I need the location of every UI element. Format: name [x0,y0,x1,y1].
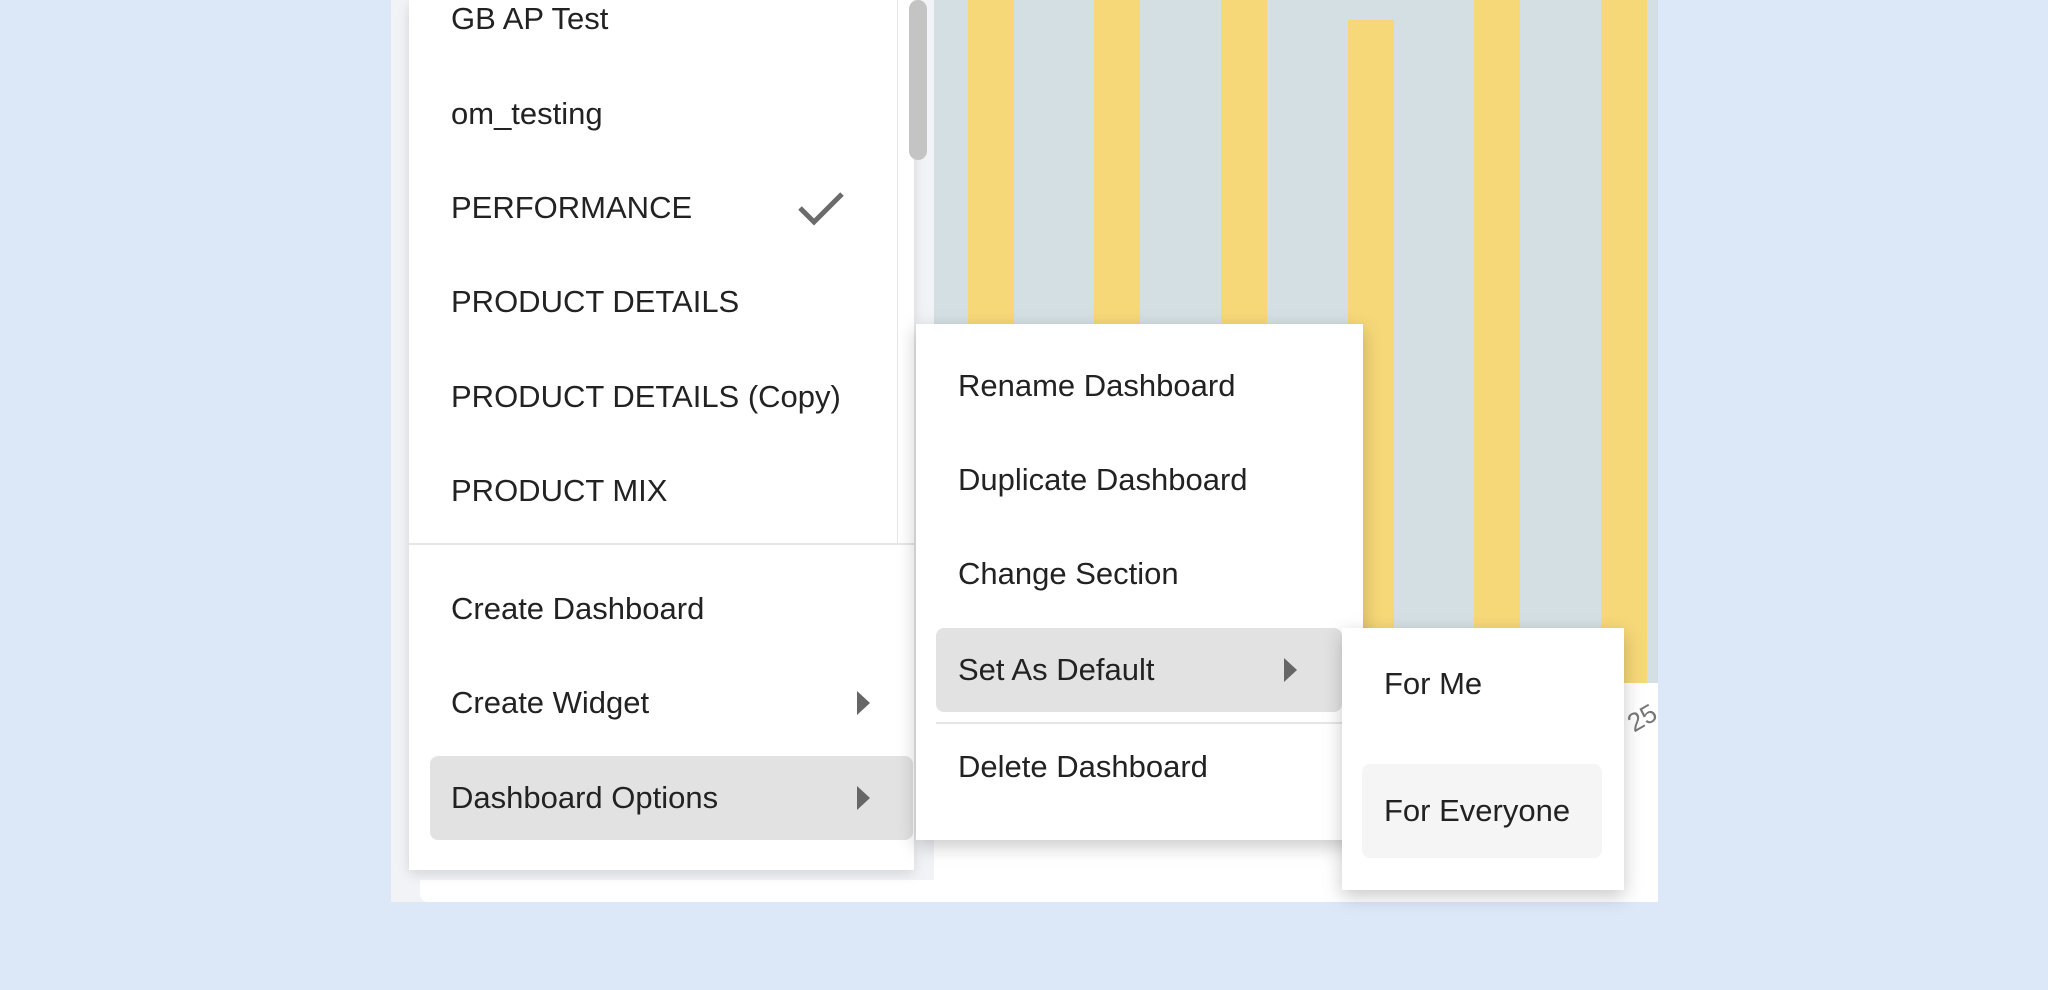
chevron-right-icon [857,691,870,715]
dashboard-item-label: PERFORMANCE [451,190,693,225]
dashboards-menu: GB AP Test om_testing PERFORMANCE PRODUC… [409,0,914,870]
chart-bar [1601,0,1647,683]
create-dashboard-button[interactable]: Create Dashboard [409,567,914,651]
dashboard-list: GB AP Test om_testing PERFORMANCE PRODUC… [409,0,897,545]
change-section-item[interactable]: Change Section [916,532,1363,616]
rename-dashboard-label: Rename Dashboard [958,368,1236,403]
dashboard-item[interactable]: PRODUCT MIX [409,449,897,533]
dashboard-item-label: om_testing [451,96,603,131]
duplicate-dashboard-item[interactable]: Duplicate Dashboard [916,438,1363,522]
create-widget-label: Create Widget [451,685,650,720]
dashboard-item-label: PRODUCT DETAILS (Copy) [451,379,841,414]
dashboard-item[interactable]: PRODUCT DETAILS (Copy) [409,355,897,439]
for-me-item[interactable]: For Me [1362,637,1602,731]
chevron-right-icon [857,786,870,810]
for-everyone-label: For Everyone [1384,793,1571,828]
duplicate-dashboard-label: Duplicate Dashboard [958,462,1248,497]
create-widget-button[interactable]: Create Widget [409,661,914,745]
dashboard-item[interactable]: GB AP Test [409,0,897,61]
dashboard-options-menu: Rename Dashboard Duplicate Dashboard Cha… [916,324,1363,840]
dashboard-options-button[interactable]: Dashboard Options [430,756,913,840]
set-as-default-item[interactable]: Set As Default [936,628,1342,712]
create-dashboard-label: Create Dashboard [451,591,705,626]
dashboard-item[interactable]: PRODUCT DETAILS [409,260,897,344]
dashboard-item-label: GB AP Test [451,1,609,36]
set-as-default-label: Set As Default [958,652,1155,687]
dashboard-item-label: PRODUCT MIX [451,473,668,508]
chart-bar [1474,0,1520,683]
delete-dashboard-item[interactable]: Delete Dashboard [916,725,1363,809]
scrollbar-thumb[interactable] [909,0,927,160]
menu-divider [409,543,914,545]
change-section-label: Change Section [958,556,1179,591]
dashboard-item-label: PRODUCT DETAILS [451,284,740,319]
chevron-right-icon [1284,658,1297,682]
rename-dashboard-item[interactable]: Rename Dashboard [916,344,1363,428]
dashboard-options-label: Dashboard Options [451,780,719,815]
dashboard-item[interactable]: om_testing [409,72,897,156]
for-everyone-item[interactable]: For Everyone [1362,764,1602,858]
set-default-menu: For Me For Everyone [1342,628,1624,890]
check-icon [798,192,844,226]
for-me-label: For Me [1384,666,1483,701]
delete-dashboard-label: Delete Dashboard [958,749,1208,784]
submenu-divider [936,722,1342,724]
